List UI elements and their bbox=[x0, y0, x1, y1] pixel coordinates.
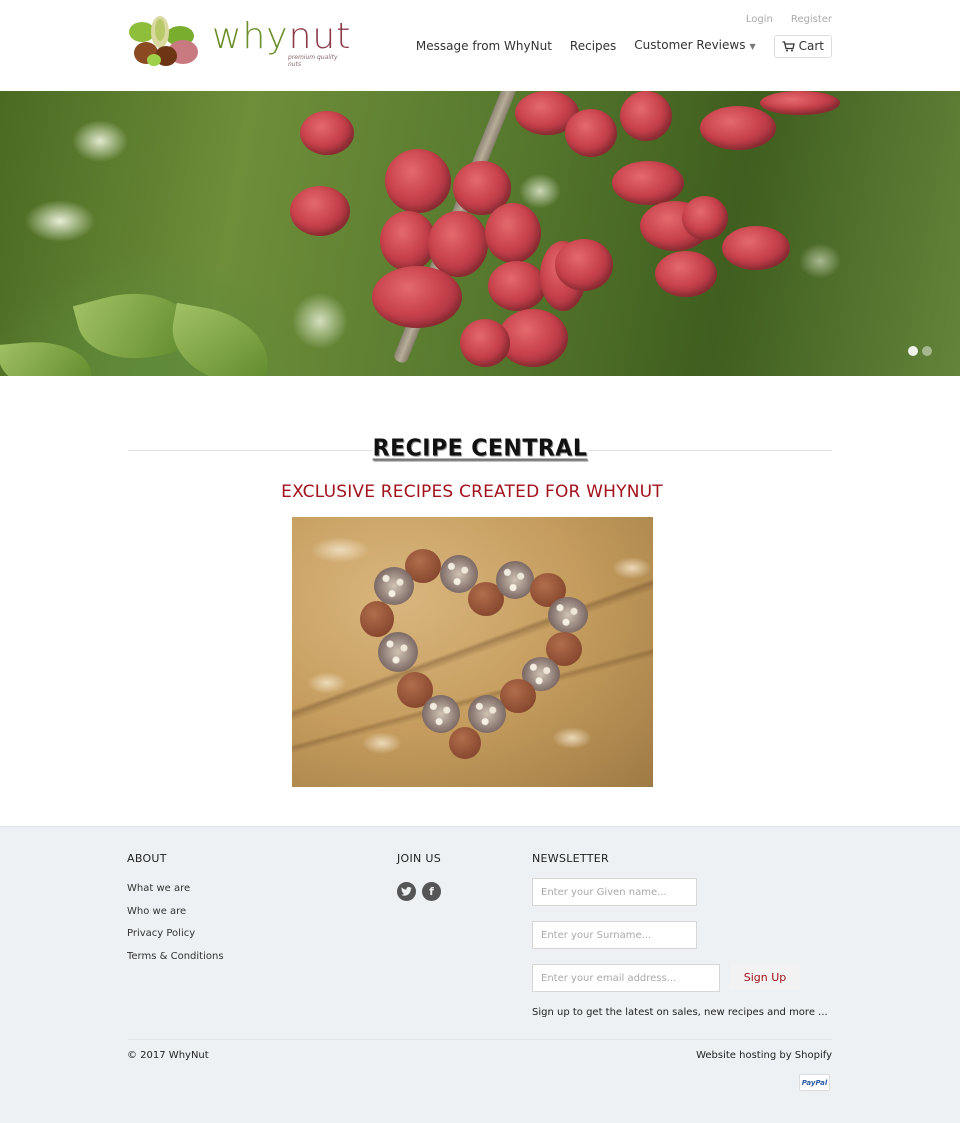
recipe-feature-image[interactable] bbox=[292, 517, 653, 787]
facebook-glyph: f bbox=[429, 885, 434, 898]
register-link[interactable]: Register bbox=[791, 14, 832, 25]
truffle bbox=[500, 679, 536, 713]
truffle bbox=[468, 695, 506, 733]
logo-tagline: premium quality nuts bbox=[288, 54, 338, 68]
page-title: RECIPE CENTRAL bbox=[372, 435, 588, 462]
footer-link-terms-conditions[interactable]: Terms & Conditions bbox=[127, 946, 224, 969]
pistachio bbox=[612, 161, 684, 205]
slide-dot-2[interactable] bbox=[922, 346, 932, 356]
chevron-down-icon: ▼ bbox=[749, 42, 756, 51]
nav-recipes[interactable]: Recipes bbox=[570, 35, 616, 57]
pistachio bbox=[488, 261, 546, 311]
site-footer: ABOUT What we are Who we are Privacy Pol… bbox=[0, 826, 960, 1123]
account-links: Login Register bbox=[746, 14, 832, 25]
section-heading: RECIPE CENTRAL bbox=[128, 435, 832, 466]
crumbs bbox=[362, 732, 402, 754]
pistachio bbox=[722, 226, 790, 270]
footer-about-heading: ABOUT bbox=[127, 852, 167, 865]
footer-about-links: What we are Who we are Privacy Policy Te… bbox=[127, 878, 224, 968]
pistachio bbox=[700, 106, 776, 150]
truffle bbox=[360, 601, 394, 637]
pistachio bbox=[300, 111, 354, 155]
newsletter-blurb: Sign up to get the latest on sales, new … bbox=[532, 1007, 828, 1018]
pistachio bbox=[655, 251, 717, 297]
truffle bbox=[449, 727, 481, 759]
paypal-icon: PayPal bbox=[799, 1074, 830, 1091]
nav-customer-reviews[interactable]: Customer Reviews ▼ bbox=[634, 34, 755, 58]
pistachio bbox=[385, 149, 451, 213]
nav-message-from-whynut[interactable]: Message from WhyNut bbox=[416, 35, 552, 57]
slide-dot-1[interactable] bbox=[908, 346, 918, 356]
hero-leaf bbox=[0, 337, 93, 376]
copyright: © 2017 WhyNut bbox=[127, 1050, 209, 1061]
pistachio bbox=[485, 203, 541, 263]
pistachio bbox=[428, 211, 488, 277]
cart-button[interactable]: Cart bbox=[773, 34, 832, 58]
truffle bbox=[496, 561, 534, 599]
footer-link-what-we-are[interactable]: What we are bbox=[127, 878, 224, 901]
sign-up-button[interactable]: Sign Up bbox=[730, 964, 800, 990]
social-links: f bbox=[397, 882, 441, 901]
pistachio bbox=[460, 319, 510, 367]
nut-cluster-icon bbox=[129, 16, 198, 66]
site-header: whynut premium quality nuts Login Regist… bbox=[0, 0, 960, 91]
cart-icon bbox=[782, 40, 795, 51]
facebook-icon[interactable]: f bbox=[422, 882, 441, 901]
pistachio bbox=[682, 196, 728, 240]
pistachio bbox=[620, 91, 672, 141]
crumbs bbox=[552, 727, 592, 749]
hero-slideshow[interactable] bbox=[0, 91, 960, 376]
slideshow-pagination bbox=[908, 346, 932, 356]
footer-link-privacy-policy[interactable]: Privacy Policy bbox=[127, 923, 224, 946]
surname-input[interactable] bbox=[532, 921, 697, 949]
truffle bbox=[548, 597, 588, 633]
page-subtitle: EXCLUSIVE RECIPES CREATED FOR WHYNUT bbox=[281, 482, 663, 502]
pistachio bbox=[760, 91, 840, 115]
given-name-input[interactable] bbox=[532, 878, 697, 906]
pistachio bbox=[555, 239, 613, 291]
email-input[interactable] bbox=[532, 964, 720, 992]
truffle bbox=[378, 632, 418, 672]
footer-join-heading: JOIN US bbox=[397, 852, 442, 865]
crumbs bbox=[310, 537, 370, 563]
pistachio bbox=[290, 186, 350, 236]
shopify-hosting-link[interactable]: Website hosting by Shopify bbox=[696, 1050, 832, 1061]
twitter-icon[interactable] bbox=[397, 882, 416, 901]
hero-leaf bbox=[164, 302, 276, 376]
twitter-bird-glyph bbox=[401, 887, 412, 896]
crumbs bbox=[612, 557, 652, 579]
login-link[interactable]: Login bbox=[746, 14, 773, 25]
whynut-logo[interactable]: whynut premium quality nuts bbox=[128, 14, 352, 70]
logo-wordmark: whynut bbox=[212, 16, 352, 57]
cart-label: Cart bbox=[798, 39, 824, 53]
truffle bbox=[422, 695, 460, 733]
crumbs bbox=[307, 672, 347, 694]
footer-divider bbox=[128, 1039, 832, 1040]
footer-newsletter-heading: NEWSLETTER bbox=[532, 852, 609, 865]
pistachio bbox=[372, 266, 462, 328]
pistachio bbox=[565, 109, 617, 157]
nav-customer-reviews-label: Customer Reviews bbox=[634, 38, 746, 52]
truffle bbox=[374, 567, 414, 605]
main-nav: Message from WhyNut Recipes Customer Rev… bbox=[416, 34, 832, 58]
footer-link-who-we-are[interactable]: Who we are bbox=[127, 901, 224, 924]
